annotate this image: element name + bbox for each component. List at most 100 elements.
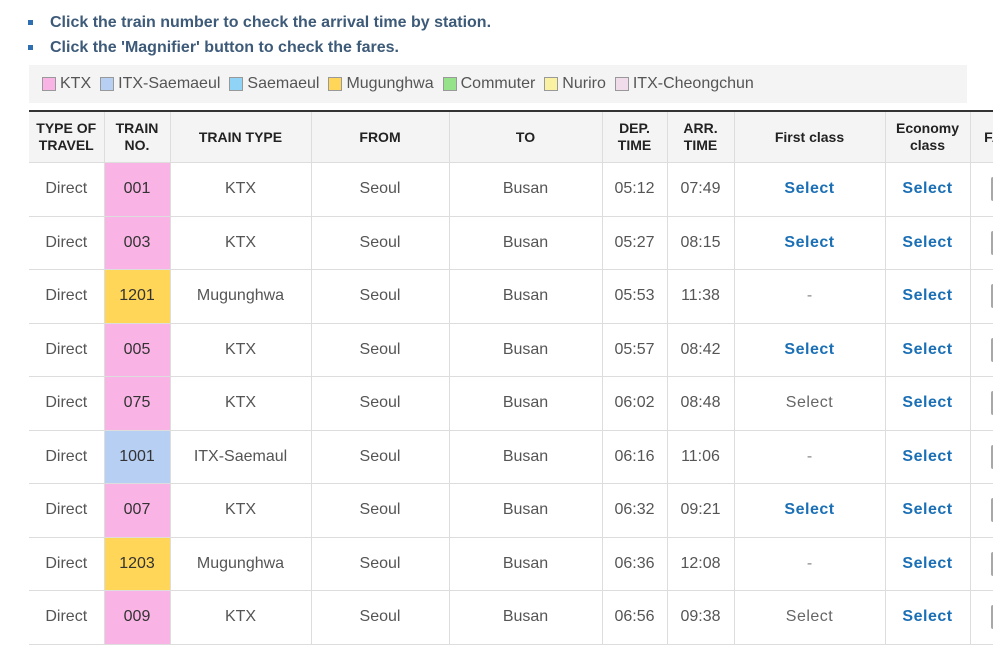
arr-time-cell: 08:15 [666, 215, 735, 270]
first-class-unavailable: Select [785, 608, 834, 626]
dep-time-cell: 06:56 [601, 590, 668, 645]
dep-time-cell: 06:02 [601, 376, 668, 431]
table-row: Direct 007 KTX Seoul Busan 06:32 09:21 Select Se… [29, 483, 993, 538]
arr-time-cell: 11:38 [666, 269, 735, 324]
fare-cell [969, 429, 993, 484]
travel-type-cell: Direct [29, 536, 105, 591]
arr-time-cell: 08:48 [666, 376, 735, 431]
col-header-dep-time: DEP. TIME [601, 111, 668, 163]
train-number-link[interactable]: 005 [103, 322, 171, 377]
first-class-select-button[interactable]: Select [784, 501, 834, 518]
economy-class-select-button[interactable]: Select [902, 501, 952, 518]
first-class-cell: - [733, 429, 886, 484]
first-class-select-button[interactable]: Select [784, 234, 834, 251]
table-row: Direct 003 KTX Seoul Busan 05:27 08:15 Select Se… [29, 215, 993, 270]
train-number-link[interactable]: 1203 [103, 536, 171, 591]
legend-label: ITX-Cheongchun [632, 75, 754, 92]
economy-class-select-button[interactable]: Select [902, 234, 952, 251]
economy-class-select-button[interactable]: Select [902, 287, 952, 304]
legend-swatch [229, 77, 244, 91]
arr-time-cell: 09:38 [666, 590, 735, 645]
dep-time-cell: 06:32 [601, 483, 668, 538]
train-number-link[interactable]: 1201 [103, 269, 171, 324]
first-class-none: - [806, 447, 813, 465]
economy-class-select-button[interactable]: Select [902, 341, 952, 358]
economy-class-select-button[interactable]: Select [902, 608, 952, 625]
instruction-note: Click the train number to check the arri… [28, 10, 491, 35]
from-cell: Seoul [310, 322, 450, 377]
legend-label: Saemaeul [247, 75, 320, 92]
economy-class-cell: Select [884, 536, 971, 591]
economy-class-select-button[interactable]: Select [902, 555, 952, 572]
legend-label: Commuter [460, 75, 536, 92]
economy-class-cell: Select [884, 269, 971, 324]
train-type-cell: KTX [169, 590, 312, 645]
legend-label: Nuriro [562, 75, 606, 92]
col-header-train-no: TRAIN NO. [103, 111, 171, 163]
legend-swatch [544, 77, 559, 91]
fare-cell [969, 376, 993, 431]
bullet-icon [28, 45, 33, 50]
economy-class-cell: Select [884, 590, 971, 645]
economy-class-select-button[interactable]: Select [902, 394, 952, 411]
col-header-fare: FARE [969, 111, 993, 163]
train-type-cell: KTX [169, 483, 312, 538]
travel-type-cell: Direct [29, 269, 105, 324]
first-class-select-button[interactable]: Select [784, 180, 834, 197]
fare-cell [969, 215, 993, 270]
dep-time-cell: 05:53 [601, 269, 668, 324]
to-cell: Busan [448, 322, 603, 377]
economy-class-select-button[interactable]: Select [902, 448, 952, 465]
col-header-to: TO [448, 111, 603, 163]
train-number-link[interactable]: 003 [103, 215, 171, 270]
legend-swatch [614, 77, 629, 91]
train-type-cell: KTX [169, 162, 312, 217]
instructions: Click the train number to check the arri… [28, 10, 491, 60]
train-type-cell: Mugunghwa [169, 536, 312, 591]
train-number-link[interactable]: 007 [103, 483, 171, 538]
train-number-link[interactable]: 009 [103, 590, 171, 645]
table-row: Direct 1001 ITX-Saemaul Seoul Busan 06:16 11:0… [29, 429, 993, 484]
col-header-train-type: TRAIN TYPE [169, 111, 312, 163]
from-cell: Seoul [310, 590, 450, 645]
economy-class-cell: Select [884, 162, 971, 217]
arr-time-cell: 08:42 [666, 322, 735, 377]
legend-swatch [442, 77, 457, 91]
table-row: Direct 009 KTX Seoul Busan 06:56 09:38 Select Se… [29, 590, 993, 645]
train-number-link[interactable]: 1001 [103, 429, 171, 484]
travel-type-cell: Direct [29, 322, 105, 377]
train-type-cell: Mugunghwa [169, 269, 312, 324]
legend-swatch [100, 77, 115, 91]
first-class-none: - [806, 287, 813, 305]
from-cell: Seoul [310, 269, 450, 324]
to-cell: Busan [448, 536, 603, 591]
col-header-first-class: First class [733, 111, 886, 163]
from-cell: Seoul [310, 215, 450, 270]
first-class-cell: Select [733, 483, 886, 538]
travel-type-cell: Direct [29, 376, 105, 431]
economy-class-select-button[interactable]: Select [902, 180, 952, 197]
fare-cell [969, 269, 993, 324]
legend-item: KTX [42, 75, 91, 93]
legend-item: ITX-Saemaeul [100, 75, 220, 93]
travel-type-cell: Direct [29, 483, 105, 538]
train-type-cell: KTX [169, 215, 312, 270]
arr-time-cell: 12:08 [666, 536, 735, 591]
from-cell: Seoul [310, 483, 450, 538]
table-row: Direct 1201 Mugunghwa Seoul Busan 05:53 11:38 -… [29, 269, 993, 324]
legend-item: Nuriro [544, 75, 606, 93]
legend-label: Mugunghwa [346, 75, 434, 92]
train-number-link[interactable]: 075 [103, 376, 171, 431]
train-type-legend: KTX ITX-Saemaeul Saemaeul Mugunghwa Commuter… [29, 65, 967, 103]
economy-class-cell: Select [884, 215, 971, 270]
to-cell: Busan [448, 429, 603, 484]
train-type-cell: ITX-Saemaul [169, 429, 312, 484]
train-number-link[interactable]: 001 [103, 162, 171, 217]
table-header-row: TYPE OF TRAVEL TRAIN NO. TRAIN TYPE FROM T… [29, 111, 993, 163]
travel-type-cell: Direct [29, 162, 105, 217]
bullet-icon [28, 20, 33, 25]
first-class-cell: Select [733, 162, 886, 217]
legend-swatch [42, 77, 56, 91]
from-cell: Seoul [310, 429, 450, 484]
first-class-select-button[interactable]: Select [784, 341, 834, 358]
